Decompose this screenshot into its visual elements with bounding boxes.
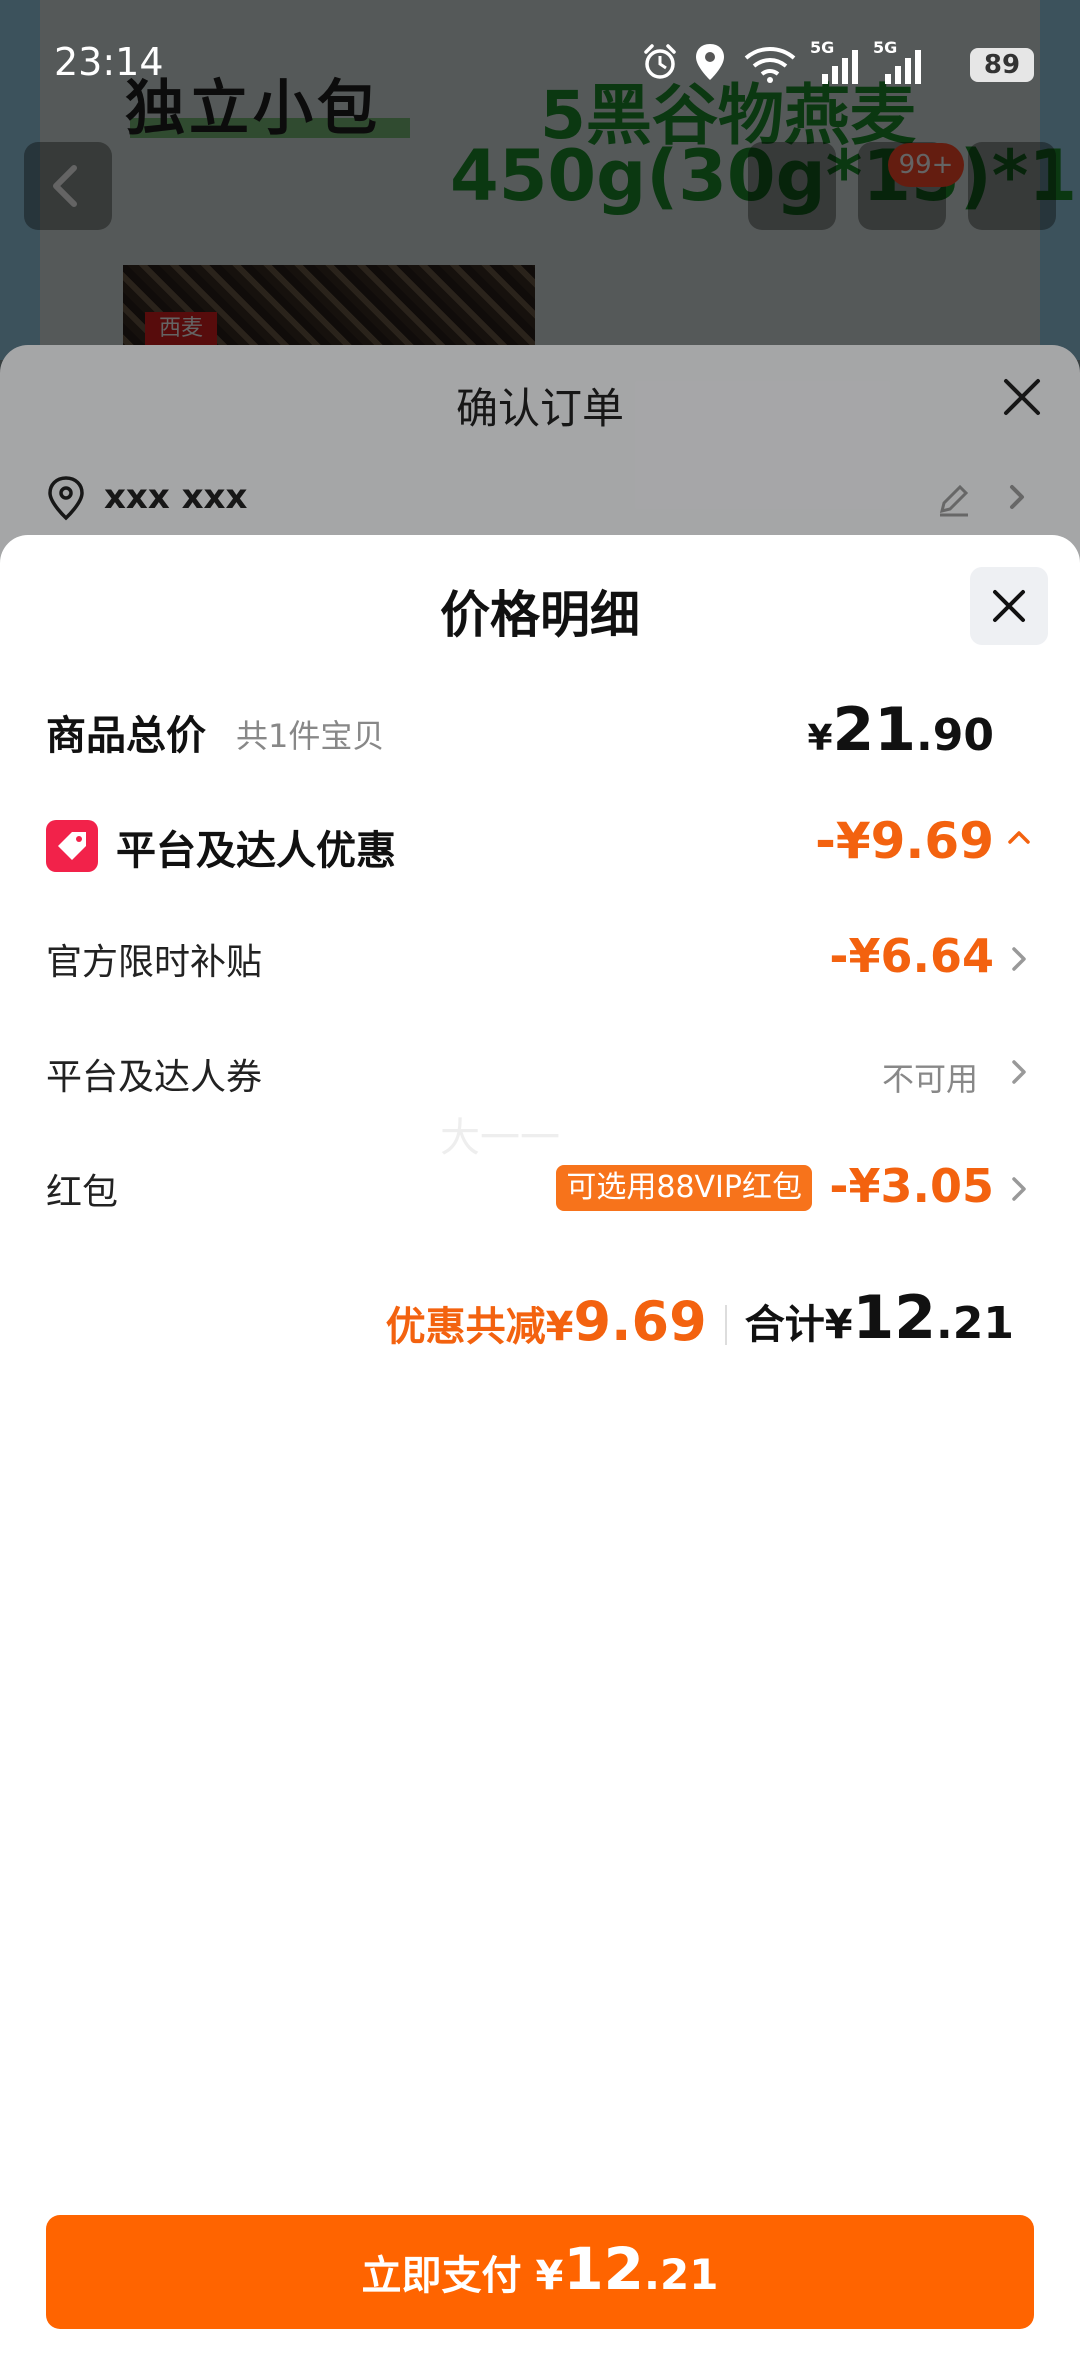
- pay-amount-decimal: .21: [644, 2250, 719, 2299]
- vip-red-packet-tag[interactable]: 可选用88VIP红包: [556, 1165, 812, 1211]
- promo-row[interactable]: 平台及达人优惠 -¥9.69: [46, 810, 1034, 880]
- promo-value: -¥9.69: [815, 812, 994, 870]
- pay-now-button[interactable]: 立即支付 ¥12.21: [46, 2215, 1034, 2329]
- currency-symbol: ¥: [807, 718, 833, 759]
- total-integer: 12: [852, 1283, 937, 1353]
- total-summary: 合计¥12.21: [745, 1283, 1014, 1353]
- battery-icon: 89: [970, 48, 1034, 82]
- chevron-up-icon: [1008, 831, 1030, 844]
- chevron-right-icon: [1012, 1177, 1026, 1201]
- status-time: 23:14: [54, 40, 164, 84]
- discount-summary: 优惠共减¥9.69: [386, 1290, 707, 1353]
- coupon-row[interactable]: 平台及达人券 不可用: [46, 1040, 1034, 1110]
- goods-total-label: 商品总价: [46, 713, 206, 759]
- alarm-icon: [644, 44, 676, 79]
- goods-total-row: 商品总价 共1件宝贝 ¥21.90: [46, 695, 1034, 765]
- coupon-label: 平台及达人券: [46, 1057, 263, 1098]
- goods-total-price: ¥21.90: [807, 695, 994, 765]
- price-integer: 21: [832, 695, 917, 765]
- wifi-icon: [744, 47, 796, 83]
- goods-count: 共1件宝贝: [236, 717, 385, 755]
- coupon-tag-icon: [46, 820, 98, 872]
- red-packet-value: -¥3.05: [829, 1159, 994, 1213]
- official-subsidy-row[interactable]: 官方限时补贴 -¥6.64: [46, 925, 1034, 995]
- discount-label: 优惠共减¥: [385, 1304, 574, 1350]
- close-icon: [993, 590, 1025, 622]
- red-packet-row[interactable]: 红包 可选用88VIP红包 -¥3.05: [46, 1155, 1034, 1225]
- discount-amount: 9.69: [573, 1290, 707, 1353]
- coupon-status: 不可用: [881, 1060, 978, 1098]
- total-label: 合计¥: [744, 1302, 853, 1348]
- official-subsidy-label: 官方限时补贴: [46, 942, 263, 983]
- summary-divider: [724, 1305, 727, 1345]
- red-packet-label: 红包: [46, 1172, 119, 1213]
- price-detail-title: 价格明细: [440, 586, 640, 644]
- price-detail-close-button[interactable]: [970, 567, 1048, 645]
- status-bar: 23:14 5G 5G 89: [0, 0, 1080, 120]
- price-detail-sheet: 价格明细 商品总价 共1件宝贝 ¥21.90 平台及达人优惠 -¥9.69 官方…: [0, 535, 1080, 2376]
- official-subsidy-value: -¥6.64: [829, 929, 994, 983]
- pay-button-label: 立即支付 ¥: [361, 2253, 564, 2299]
- signal-1-icon: 5G: [810, 38, 866, 88]
- chevron-right-icon: [1012, 947, 1026, 971]
- location-icon: [696, 44, 724, 80]
- pay-amount-integer: 12: [563, 2235, 645, 2303]
- promo-label: 平台及达人优惠: [116, 828, 396, 874]
- total-decimal: .21: [936, 1298, 1014, 1349]
- price-summary: 优惠共减¥9.69 合计¥12.21: [386, 1283, 1014, 1363]
- price-decimal: .90: [916, 710, 994, 761]
- signal-2-icon: 5G: [873, 38, 929, 88]
- chevron-right-icon: [1012, 1060, 1026, 1084]
